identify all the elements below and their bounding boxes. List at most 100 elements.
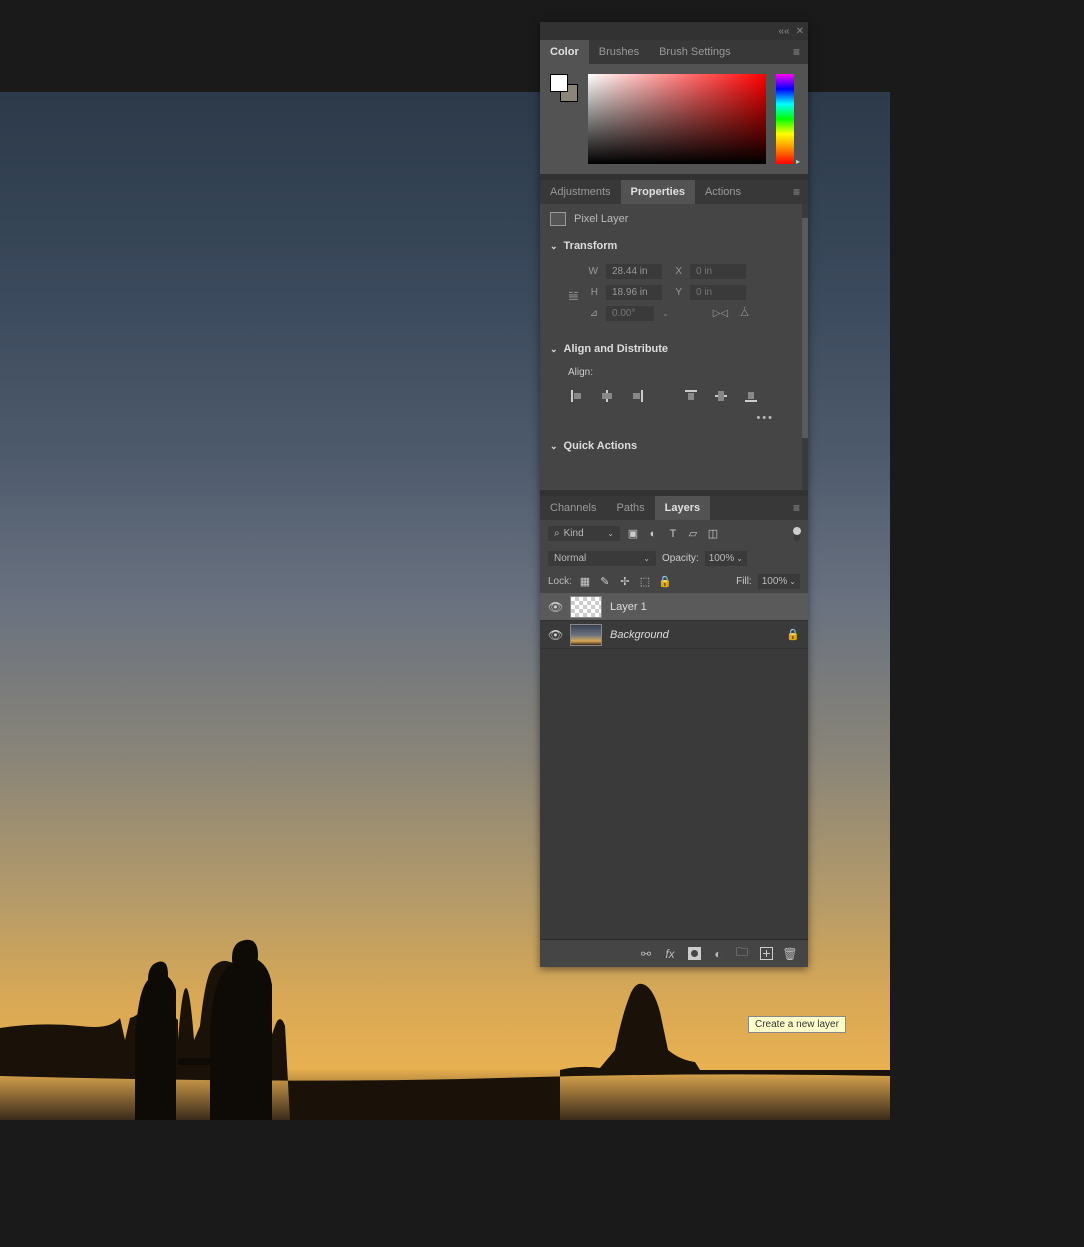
hue-slider[interactable]: ▸ xyxy=(776,74,794,164)
align-bottom-icon[interactable] xyxy=(742,388,760,404)
adjustment-layer-icon[interactable]: ◐ xyxy=(710,946,726,962)
layer-filter-row: ⌕ Kind ⌄ ▣ ◐ T ▱ ◫ xyxy=(540,520,808,547)
layers-panel-body: ⌕ Kind ⌄ ▣ ◐ T ▱ ◫ Normal ⌄ Opacity: 100… xyxy=(540,520,808,967)
fill-label: Fill: xyxy=(736,576,752,587)
tab-layers[interactable]: Layers xyxy=(655,496,710,520)
align-section-body: Align: ••• xyxy=(540,361,808,434)
lock-image-icon[interactable]: ✎ xyxy=(598,575,612,589)
color-panel-body: ▸ xyxy=(540,64,808,174)
layer-name[interactable]: Background xyxy=(610,629,669,641)
search-icon: ⌕ xyxy=(554,528,560,539)
more-options-icon[interactable]: ••• xyxy=(568,412,794,424)
blend-mode-dropdown[interactable]: Normal ⌄ xyxy=(548,551,656,566)
align-right-icon[interactable] xyxy=(628,388,646,404)
tab-properties[interactable]: Properties xyxy=(621,180,695,204)
align-top-icon[interactable] xyxy=(682,388,700,404)
panel-menu-icon[interactable]: ≡ xyxy=(785,45,808,59)
link-dimensions-icon[interactable]: 𝌡 xyxy=(568,289,580,303)
chevron-down-icon: ⌄ xyxy=(550,241,558,252)
blend-mode-value: Normal xyxy=(554,553,586,564)
align-center-h-icon[interactable] xyxy=(598,388,616,404)
kind-label: Kind xyxy=(564,528,584,539)
close-icon[interactable]: ✕ xyxy=(796,26,804,37)
angle-field[interactable]: 0.00° xyxy=(606,306,654,321)
lock-transparency-icon[interactable]: ▦ xyxy=(578,575,592,589)
tab-channels[interactable]: Channels xyxy=(540,496,606,520)
angle-icon: ⊿ xyxy=(586,308,598,319)
color-field-picker[interactable] xyxy=(588,74,766,164)
visibility-toggle-icon[interactable]: 👁 xyxy=(548,600,562,614)
filter-adjustment-icon[interactable]: ◐ xyxy=(646,527,660,541)
panel-dock: «« ✕ Color Brushes Brush Settings ≡ ▸ Ad… xyxy=(540,22,808,967)
transform-section-body: 𝌡 W 28.44 in X 0 in H 18.96 in Y 0 in xyxy=(540,258,808,337)
lock-artboard-icon[interactable]: ⬚ xyxy=(638,575,652,589)
layer-thumbnail[interactable] xyxy=(570,596,602,618)
pixel-layer-icon xyxy=(550,212,566,226)
transform-section-header[interactable]: ⌄ Transform xyxy=(540,234,808,258)
layer-name[interactable]: Layer 1 xyxy=(610,601,647,613)
layers-footer: ⚯ fx ◐ 🗀 🗑 xyxy=(540,939,808,967)
tab-actions[interactable]: Actions xyxy=(695,180,751,204)
color-swatches[interactable] xyxy=(550,74,578,102)
lock-position-icon[interactable]: ✢ xyxy=(618,575,632,589)
scrollbar[interactable] xyxy=(802,204,808,490)
panel-menu-icon[interactable]: ≡ xyxy=(785,185,808,199)
layer-list: 👁 Layer 1 👁 Background 🔒 xyxy=(540,593,808,649)
tab-adjustments[interactable]: Adjustments xyxy=(540,180,621,204)
lock-icon[interactable]: 🔒 xyxy=(786,628,800,641)
layer-item[interactable]: 👁 Layer 1 xyxy=(540,593,808,621)
lock-all-icon[interactable]: 🔒 xyxy=(658,575,672,589)
panel-titlebar: «« ✕ xyxy=(540,22,808,40)
chevron-down-icon: ⌄ xyxy=(736,554,743,563)
group-layers-icon[interactable]: 🗀 xyxy=(734,946,750,962)
chevron-down-icon: ⌄ xyxy=(607,529,614,538)
delete-layer-icon[interactable]: 🗑 xyxy=(782,946,798,962)
opacity-field[interactable]: 100% ⌄ xyxy=(705,551,747,566)
link-layers-icon[interactable]: ⚯ xyxy=(638,946,654,962)
layer-item[interactable]: 👁 Background 🔒 xyxy=(540,621,808,649)
lock-row: Lock: ▦ ✎ ✢ ⬚ 🔒 Fill: 100% ⌄ xyxy=(540,570,808,593)
width-field[interactable]: 28.44 in xyxy=(606,264,662,279)
layer-mask-icon[interactable] xyxy=(686,946,702,962)
chevron-down-icon: ⌄ xyxy=(550,344,558,355)
transform-title: Transform xyxy=(564,240,618,252)
x-field[interactable]: 0 in xyxy=(690,264,746,279)
filter-type-icon[interactable]: T xyxy=(666,527,680,541)
flip-horizontal-icon[interactable]: ▷◁ xyxy=(713,308,728,319)
filter-smart-icon[interactable]: ◫ xyxy=(706,527,720,541)
opacity-value: 100% xyxy=(709,553,735,564)
collapse-icon[interactable]: «« xyxy=(778,26,789,37)
tab-brushes[interactable]: Brushes xyxy=(589,40,649,64)
foreground-color-swatch[interactable] xyxy=(550,74,568,92)
align-left-icon[interactable] xyxy=(568,388,586,404)
tab-brush-settings[interactable]: Brush Settings xyxy=(649,40,741,64)
fill-field[interactable]: 100% ⌄ xyxy=(758,574,800,589)
new-layer-icon[interactable] xyxy=(758,946,774,962)
quick-actions-section-header[interactable]: ⌄ Quick Actions xyxy=(540,434,808,458)
panel-menu-icon[interactable]: ≡ xyxy=(785,501,808,515)
filter-shape-icon[interactable]: ▱ xyxy=(686,527,700,541)
tab-color[interactable]: Color xyxy=(540,40,589,64)
chevron-down-icon: ⌄ xyxy=(789,577,796,586)
height-field[interactable]: 18.96 in xyxy=(606,285,662,300)
layer-list-empty-area[interactable] xyxy=(540,649,808,939)
lock-label: Lock: xyxy=(548,576,572,587)
w-label: W xyxy=(586,266,598,277)
opacity-label: Opacity: xyxy=(662,553,699,564)
blend-mode-row: Normal ⌄ Opacity: 100% ⌄ xyxy=(540,547,808,570)
align-subtitle: Align: xyxy=(568,367,794,378)
visibility-toggle-icon[interactable]: 👁 xyxy=(548,628,562,642)
flip-vertical-icon[interactable]: ⧊ xyxy=(740,308,749,319)
layer-filter-kind-dropdown[interactable]: ⌕ Kind ⌄ xyxy=(548,526,620,541)
layer-thumbnail[interactable] xyxy=(570,624,602,646)
x-label: X xyxy=(670,266,682,277)
quick-actions-title: Quick Actions xyxy=(564,440,638,452)
filter-pixel-icon[interactable]: ▣ xyxy=(626,527,640,541)
align-section-header[interactable]: ⌄ Align and Distribute xyxy=(540,337,808,361)
tab-paths[interactable]: Paths xyxy=(606,496,654,520)
layer-fx-icon[interactable]: fx xyxy=(662,946,678,962)
align-center-v-icon[interactable] xyxy=(712,388,730,404)
layer-type-label: Pixel Layer xyxy=(574,213,628,225)
filter-toggle[interactable] xyxy=(794,527,800,541)
y-field[interactable]: 0 in xyxy=(690,285,746,300)
